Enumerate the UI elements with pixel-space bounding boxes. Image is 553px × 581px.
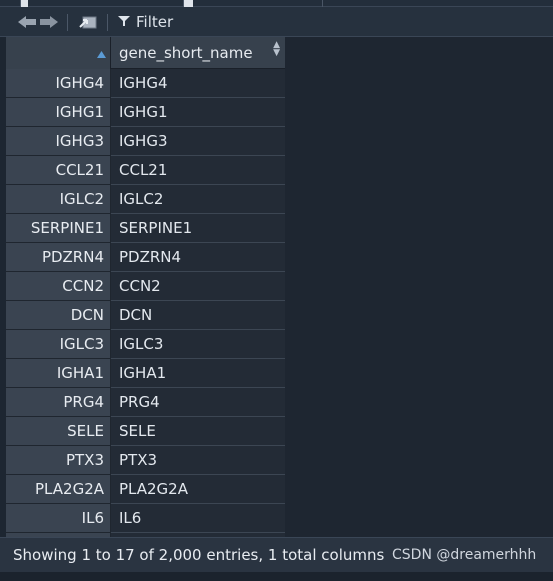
table-row[interactable]: PTX3 PTX3 <box>6 446 285 475</box>
data-grid: gene_short_name ▲ ▼ IGHG4 IGHG4 IGHG1 IGHG1 I… <box>6 37 285 537</box>
table-row[interactable]: IGHA1 IGHA1 <box>6 359 285 388</box>
row-names-header[interactable] <box>6 37 111 69</box>
table-row[interactable]: DCN DCN <box>6 301 285 330</box>
tab-edge[interactable] <box>322 0 522 7</box>
status-bar: Showing 1 to 17 of 2,000 entries, 1 tota… <box>0 537 553 572</box>
gene-short-name-cell[interactable]: PLA2G2A <box>111 475 285 504</box>
gene-short-name-cell[interactable]: IGHG3 <box>111 127 285 156</box>
row-name-cell[interactable]: IGLC2 <box>6 185 111 214</box>
table-row[interactable]: IGLC2 IGLC2 <box>6 185 285 214</box>
row-name-cell[interactable]: PTX3 <box>6 446 111 475</box>
gene-short-name-cell[interactable]: IGHG4 <box>111 69 285 98</box>
table-row[interactable]: IGHG3 IGHG3 <box>6 127 285 156</box>
filter-button[interactable]: Filter <box>118 7 188 37</box>
table-row[interactable]: IGLC3 IGLC3 <box>6 330 285 359</box>
tab-edge[interactable] <box>183 0 193 7</box>
column-header-gene-short-name[interactable]: gene_short_name ▲ ▼ <box>111 37 285 69</box>
row-name-cell[interactable]: PLA2G2A <box>6 475 111 504</box>
gene-short-name-cell[interactable]: DCN <box>111 301 285 330</box>
toolbar-separator <box>67 14 68 31</box>
table-row[interactable]: SERPINE1 SERPINE1 <box>6 214 285 243</box>
table-row[interactable]: CCL21 CCL21 <box>6 156 285 185</box>
filter-icon <box>118 13 130 31</box>
sort-ascending-icon <box>97 43 106 62</box>
gene-short-name-cell[interactable]: IGHG1 <box>111 98 285 127</box>
entries-status-text: Showing 1 to 17 of 2,000 entries, 1 tota… <box>13 546 385 564</box>
column-header-label: gene_short_name <box>119 44 253 62</box>
row-name-cell[interactable]: CCN2 <box>6 272 111 301</box>
toolbar: Filter <box>0 7 553 37</box>
gene-short-name-cell[interactable]: IGHA1 <box>111 359 285 388</box>
gene-short-name-cell[interactable]: IL6 <box>111 504 285 533</box>
gene-short-name-cell[interactable]: PDZRN4 <box>111 243 285 272</box>
row-name-cell[interactable]: DCN <box>6 301 111 330</box>
back-arrow-icon[interactable] <box>16 7 38 37</box>
row-name-cell[interactable]: IGHG4 <box>6 69 111 98</box>
data-viewer: Filter gene_short_name ▲ ▼ IGHG4 IGHG4 IGHG… <box>0 0 553 581</box>
row-name-cell[interactable]: SELE <box>6 417 111 446</box>
table-row[interactable]: CCN2 CCN2 <box>6 272 285 301</box>
row-name-cell[interactable]: IGHG1 <box>6 98 111 127</box>
table-row[interactable]: IL6 IL6 <box>6 504 285 533</box>
table-row[interactable]: IGHG1 IGHG1 <box>6 98 285 127</box>
table-row[interactable]: PDZRN4 PDZRN4 <box>6 243 285 272</box>
table-row[interactable]: IGHG4 IGHG4 <box>6 69 285 98</box>
row-name-cell[interactable]: PRG4 <box>6 388 111 417</box>
row-name-cell[interactable]: IGHA1 <box>6 359 111 388</box>
grid-header: gene_short_name ▲ ▼ <box>6 37 285 69</box>
gene-short-name-cell[interactable]: SERPINE1 <box>111 214 285 243</box>
row-name-cell[interactable]: SERPINE1 <box>6 214 111 243</box>
tab-strip <box>0 0 553 7</box>
row-name-cell[interactable]: IL6 <box>6 504 111 533</box>
empty-viewer-area <box>285 37 553 537</box>
gene-short-name-cell[interactable]: PRG4 <box>111 388 285 417</box>
sort-toggle-icon: ▲ ▼ <box>273 40 280 58</box>
gene-short-name-cell[interactable]: IGLC2 <box>111 185 285 214</box>
row-name-cell[interactable]: CCL21 <box>6 156 111 185</box>
watermark-text: CSDN @dreamerhhh <box>392 547 537 563</box>
table-row[interactable]: PLA2G2A PLA2G2A <box>6 475 285 504</box>
show-in-window-icon[interactable] <box>76 7 100 37</box>
gene-short-name-cell[interactable]: CCL21 <box>111 156 285 185</box>
filter-label: Filter <box>136 13 174 31</box>
gene-short-name-cell[interactable]: CCN2 <box>111 272 285 301</box>
bottom-edge <box>0 572 553 581</box>
row-name-cell[interactable]: IGLC3 <box>6 330 111 359</box>
tab-edge[interactable] <box>20 0 28 7</box>
gene-short-name-cell[interactable]: IGLC3 <box>111 330 285 359</box>
gene-short-name-cell[interactable]: SELE <box>111 417 285 446</box>
table-row[interactable]: SELE SELE <box>6 417 285 446</box>
gene-short-name-cell[interactable]: PTX3 <box>111 446 285 475</box>
forward-arrow-icon[interactable] <box>38 7 60 37</box>
row-name-cell[interactable]: PDZRN4 <box>6 243 111 272</box>
row-name-cell[interactable]: IGHG3 <box>6 127 111 156</box>
toolbar-separator <box>107 14 108 31</box>
table-row[interactable]: PRG4 PRG4 <box>6 388 285 417</box>
